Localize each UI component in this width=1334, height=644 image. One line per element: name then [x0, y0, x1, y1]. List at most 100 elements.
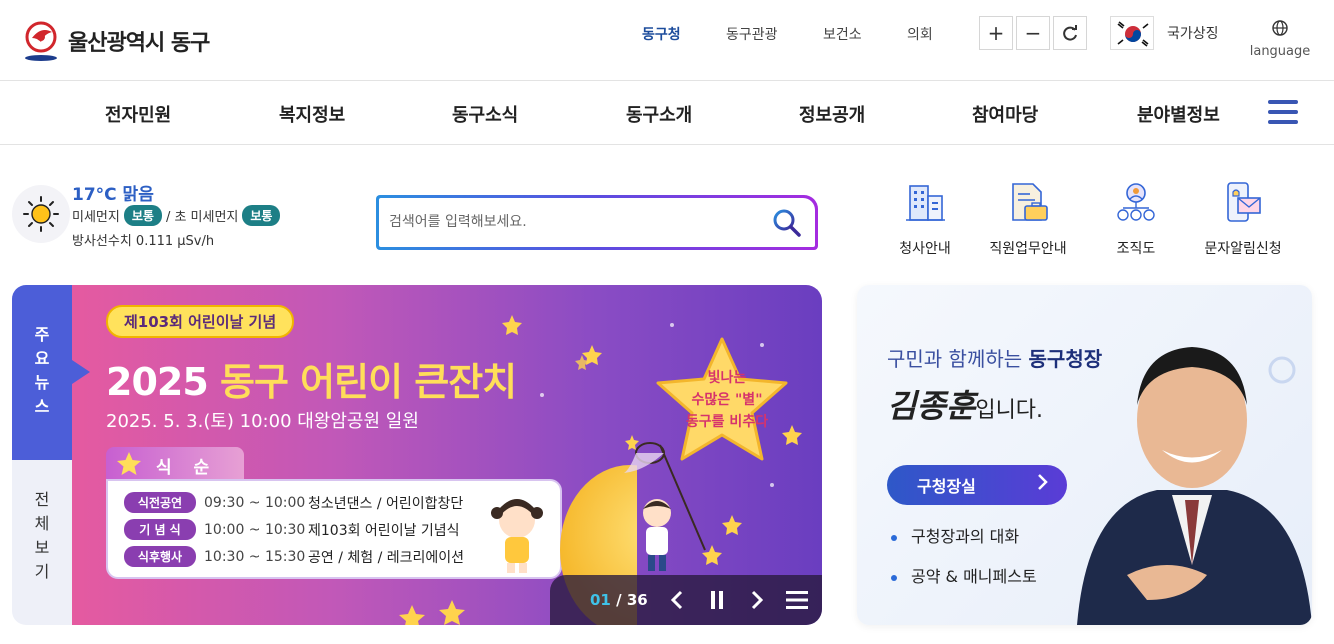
prev-slide-button[interactable]: [666, 589, 688, 611]
event-title-prefix: 2025: [106, 360, 220, 404]
program-tag: 기 념 식: [124, 519, 196, 540]
quick-link-sms-alert[interactable]: 문자알림신청: [1188, 180, 1298, 258]
butterfly-net-illustration: [624, 442, 706, 551]
program-order-title: 식 순: [156, 458, 218, 478]
program-desc: 청소년댄스 / 어린이합창단: [308, 495, 464, 512]
quick-link-label: 문자알림신청: [1204, 241, 1282, 257]
tab-char: 기: [34, 562, 50, 581]
news-tabs: 주 요 뉴 스 전 체 보 기: [12, 285, 72, 625]
quick-link-label: 청사안내: [899, 241, 951, 257]
national-symbol-link[interactable]: 국가상징: [1167, 23, 1219, 43]
tab-char: 전: [34, 490, 50, 509]
tab-char: 요: [34, 349, 50, 368]
mayor-manifesto-link[interactable]: 공약 & 매니페스토: [891, 563, 1037, 587]
slide-counter: 01 / 36: [590, 591, 648, 609]
nav-about[interactable]: 동구소개: [626, 101, 692, 127]
tab-char: 스: [34, 397, 50, 416]
ultrafine-dust-label: / 초 미세먼지: [165, 210, 239, 225]
tab-char: 주: [34, 325, 50, 344]
tab-char: 뉴: [34, 373, 50, 392]
org-chart-icon: [1117, 183, 1155, 221]
program-tag: 식후행사: [124, 546, 196, 567]
mobile-mail-icon: [1227, 182, 1261, 222]
girl-illustration: [491, 499, 543, 573]
mayor-name: 김종훈입니다.: [887, 381, 1043, 427]
program-time: 09:30 ~ 10:00: [204, 494, 306, 511]
star-caption-line: 수많은 "별": [691, 392, 763, 408]
mayor-name-suffix: 입니다.: [975, 398, 1044, 423]
zoom-reset-button[interactable]: [1053, 16, 1087, 50]
main-navigation: 전자민원 복지정보 동구소식 동구소개 정보공개 참여마당 분야별정보: [0, 81, 1334, 145]
event-tag: 제103회 어린이날 기념: [106, 305, 295, 338]
tab-char: 체: [34, 514, 50, 533]
pause-icon: [710, 591, 723, 609]
national-flag-icon[interactable]: [1110, 16, 1154, 50]
weather-temperature: 17°C 맑음: [72, 185, 154, 205]
mayor-office-label: 구청장실: [917, 477, 976, 496]
tab-main-news[interactable]: 주 요 뉴 스: [12, 285, 72, 460]
tab-char: 보: [34, 538, 50, 557]
zoom-in-button[interactable]: +: [979, 16, 1013, 50]
nav-news[interactable]: 동구소식: [452, 101, 518, 127]
quick-link-staff-duties[interactable]: 직원업무안내: [973, 180, 1083, 258]
ulsan-donggu-emblem-icon: [24, 20, 60, 62]
chevron-left-icon: [670, 590, 682, 610]
search-button[interactable]: [771, 207, 803, 239]
search-input[interactable]: [389, 210, 769, 234]
nav-welfare[interactable]: 복지정보: [279, 101, 345, 127]
program-desc: 공연 / 체험 / 레크리에이션: [308, 549, 465, 566]
site-logo[interactable]: 울산광역시 동구: [24, 20, 210, 62]
list-icon: [785, 591, 808, 609]
quick-link-building[interactable]: 청사안내: [870, 180, 980, 258]
zoom-out-button[interactable]: −: [1016, 16, 1050, 50]
program-desc: 제103회 어린이날 기념식: [308, 522, 460, 539]
site-name: 울산광역시 동구: [68, 31, 210, 56]
mayor-subtitle-prefix: 구민과 함께하는: [887, 347, 1029, 371]
util-link-tourism[interactable]: 동구관광: [726, 24, 778, 44]
search-box: [376, 195, 818, 250]
star-caption: 빛나는 수많은 "별" 동구를 비추다: [677, 367, 777, 433]
util-link-council[interactable]: 의회: [907, 24, 933, 44]
air-quality: 미세먼지 보통 / 초 미세먼지 보통: [72, 205, 281, 226]
mayor-portrait: [1077, 347, 1312, 625]
star-caption-line: 빛나는: [707, 370, 747, 386]
chevron-right-icon: [751, 590, 763, 610]
nav-information[interactable]: 정보공개: [799, 101, 865, 127]
mayor-dialogue-link[interactable]: 구청장과의 대화: [891, 523, 1019, 547]
radiation-level: 방사선수치 0.111 μSv/h: [72, 234, 215, 249]
sun-icon: [12, 185, 70, 243]
tab-view-all[interactable]: 전 체 보 기: [12, 460, 72, 625]
building-icon: [906, 185, 945, 221]
util-link-donggu-office[interactable]: 동구청: [642, 24, 681, 44]
quick-link-org-chart[interactable]: 조직도: [1081, 180, 1191, 258]
pause-button[interactable]: [706, 589, 728, 611]
language-label: language: [1249, 44, 1311, 59]
program-time: 10:30 ~ 15:30: [204, 548, 306, 565]
nav-field-info[interactable]: 분야별정보: [1137, 101, 1220, 127]
news-banner-slide[interactable]: 제103회 어린이날 기념 2025 동구 어린이 큰잔치 2025. 5. 3…: [72, 285, 822, 625]
search-icon: [773, 209, 801, 237]
globe-icon: [1272, 20, 1288, 36]
event-title-highlight: 동구 어린이 큰잔치: [220, 360, 517, 404]
fine-dust-label: 미세먼지: [72, 210, 120, 225]
refresh-icon: [1063, 25, 1077, 41]
next-slide-button[interactable]: [746, 589, 768, 611]
nav-e-civil[interactable]: 전자민원: [105, 101, 171, 127]
slide-sep: /: [610, 591, 627, 609]
program-time: 10:00 ~ 10:30: [204, 521, 306, 538]
quick-link-label: 조직도: [1116, 241, 1156, 257]
ultrafine-dust-badge: 보통: [242, 205, 281, 226]
program-tag: 식전공연: [124, 492, 196, 513]
mayor-name-signature: 김종훈: [887, 387, 976, 425]
mayor-office-button[interactable]: 구청장실: [887, 465, 1067, 505]
language-selector[interactable]: language: [1248, 20, 1312, 59]
util-link-health-center[interactable]: 보건소: [823, 24, 862, 44]
slide-current: 01: [590, 591, 611, 609]
briefcase-document-icon: [1012, 183, 1048, 221]
menu-icon[interactable]: [1268, 100, 1298, 124]
slide-list-button[interactable]: [785, 589, 808, 611]
active-tab-arrow: [72, 360, 90, 384]
slider-controls: 01 / 36: [550, 575, 822, 625]
event-date: 2025. 5. 3.(토) 10:00 대왕암공원 일원: [106, 411, 419, 432]
nav-participation[interactable]: 참여마당: [972, 101, 1038, 127]
